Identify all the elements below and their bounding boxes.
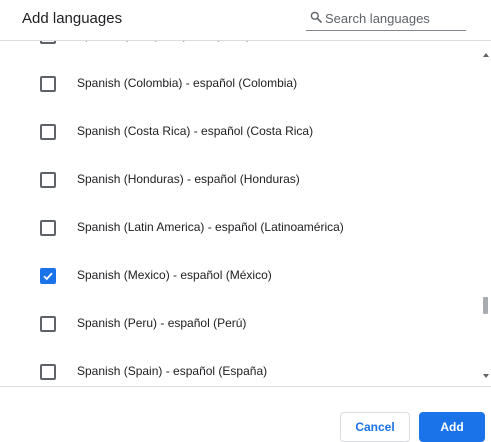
language-label: Spanish (Chile) - español (Chile): [77, 41, 250, 42]
checkmark-icon: [43, 272, 53, 281]
scroll-up-arrow-icon[interactable]: [483, 53, 489, 57]
language-list-item[interactable]: Spanish (Honduras) - español (Honduras): [0, 156, 480, 204]
language-list[interactable]: Spanish (Chile) - español (Chile) Spanish…: [0, 40, 491, 387]
language-list-item[interactable]: Spanish (Costa Rica) - español (Costa Ri…: [0, 108, 480, 156]
language-checkbox[interactable]: [40, 172, 56, 188]
language-label: Spanish (Spain) - español (España): [77, 364, 268, 378]
language-label: Spanish (Mexico) - español (México): [77, 268, 272, 282]
language-list-content: Spanish (Chile) - español (Chile) Spanish…: [0, 41, 480, 386]
dialog-footer: Cancel Add: [0, 387, 491, 442]
language-list-item[interactable]: Spanish (Latin America) - español (Latin…: [0, 204, 480, 252]
scroll-thumb[interactable]: [483, 297, 488, 314]
scrollbar[interactable]: [480, 41, 491, 386]
language-checkbox[interactable]: [40, 76, 56, 92]
language-checkbox[interactable]: [40, 364, 56, 380]
language-list-item[interactable]: Spanish (Peru) - español (Perú): [0, 300, 480, 348]
language-list-item[interactable]: Spanish (Colombia) - español (Colombia): [0, 60, 480, 108]
language-label: Spanish (Honduras) - español (Honduras): [77, 172, 300, 186]
dialog-title: Add languages: [22, 10, 123, 27]
language-label: Spanish (Costa Rica) - español (Costa Ri…: [77, 124, 314, 138]
language-checkbox[interactable]: [40, 124, 56, 140]
language-checkbox[interactable]: [40, 220, 56, 236]
language-list-item[interactable]: Spanish (Mexico) - español (México): [0, 252, 480, 300]
language-list-item[interactable]: Spanish (Chile) - español (Chile): [0, 41, 480, 60]
language-label: Spanish (Peru) - español (Perú): [77, 316, 247, 330]
search-input[interactable]: [325, 9, 461, 27]
language-checkbox[interactable]: [40, 268, 56, 284]
scroll-down-arrow-icon[interactable]: [483, 374, 489, 378]
search-box[interactable]: [306, 8, 466, 31]
language-checkbox[interactable]: [40, 41, 56, 44]
language-label: Spanish (Latin America) - español (Latin…: [77, 220, 344, 234]
search-icon: [310, 11, 322, 23]
language-label: Spanish (Colombia) - español (Colombia): [77, 76, 298, 90]
language-checkbox[interactable]: [40, 316, 56, 332]
language-list-item[interactable]: Spanish (Spain) - español (España): [0, 348, 480, 386]
add-languages-dialog: Add languages Spanish (Chile) - español …: [0, 0, 491, 442]
